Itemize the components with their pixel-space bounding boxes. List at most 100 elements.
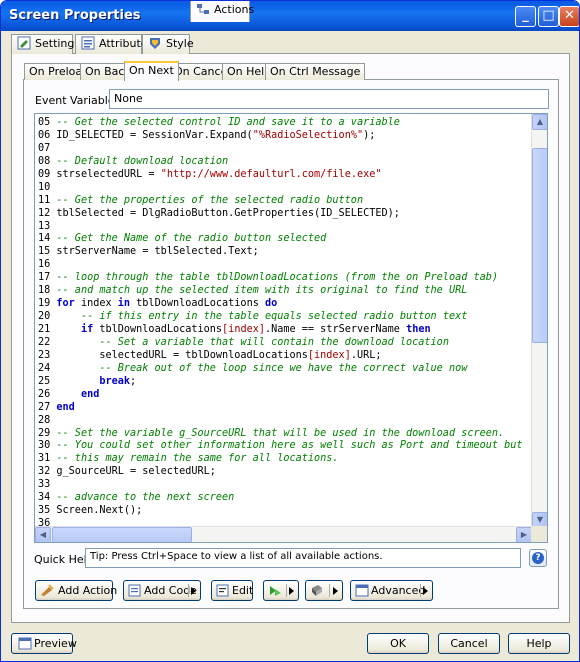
add-code-dropdown-icon[interactable] xyxy=(191,587,196,595)
tab-on-ctrl-message[interactable]: On Ctrl Message xyxy=(265,63,366,80)
code-line[interactable]: 10 xyxy=(38,182,532,195)
minimize-button[interactable]: _ xyxy=(515,6,536,27)
code-token: ; xyxy=(130,375,137,387)
code-lines[interactable]: 05 -- Get the selected control ID and sa… xyxy=(38,117,532,531)
code-line[interactable]: 27 end xyxy=(38,402,532,415)
code-editor[interactable]: 05 -- Get the selected control ID and sa… xyxy=(34,113,548,543)
line-number: 30 xyxy=(38,440,57,452)
code-line[interactable]: 26 end xyxy=(38,389,532,402)
code-line[interactable]: 11 -- Get the properties of the selected… xyxy=(38,195,532,208)
line-number: 32 xyxy=(38,466,57,478)
code-token: g_SourceURL = selectedURL; xyxy=(56,466,216,478)
code-token: strServerName = tblSelected.Text; xyxy=(56,246,259,258)
vertical-scrollbar[interactable]: ▲ ▼ xyxy=(531,114,547,528)
line-number: 28 xyxy=(38,414,57,426)
title-bar[interactable]: Screen Properties _ □ ✕ xyxy=(1,1,579,31)
code-line[interactable]: 31 -- this may remain the same for all l… xyxy=(38,453,532,466)
code-line[interactable]: 34 -- advance to the next screen xyxy=(38,492,532,505)
cancel-button[interactable]: Cancel xyxy=(438,633,500,654)
style-icon xyxy=(150,38,160,49)
code-token: -- if this entry in the table equals sel… xyxy=(80,311,468,323)
code-line[interactable]: 09 strselectedURL = "http://www.defaultu… xyxy=(38,169,532,182)
horizontal-scroll-thumb[interactable] xyxy=(52,527,192,542)
line-number: 17 xyxy=(38,272,57,284)
ok-button[interactable]: OK xyxy=(367,633,429,654)
code-line[interactable]: 16 xyxy=(38,259,532,272)
preview-icon xyxy=(18,637,32,650)
code-token: tblSelected = DlgRadioButton.GetProperti… xyxy=(56,207,400,219)
scroll-right-icon[interactable]: ▶ xyxy=(516,527,532,542)
code-line[interactable]: 28 xyxy=(38,415,532,428)
line-number: 20 xyxy=(38,311,57,323)
code-line[interactable]: 35 Screen.Next(); xyxy=(38,505,532,518)
code-line[interactable]: 22 -- Set a variable that will contain t… xyxy=(38,337,532,350)
tab-attributes[interactable]: Attributes xyxy=(75,34,153,54)
code-line[interactable]: 25 break; xyxy=(38,376,532,389)
scroll-up-icon[interactable]: ▲ xyxy=(532,114,547,130)
edit-button[interactable]: Edit xyxy=(211,580,253,601)
code-line[interactable]: 29 -- Set the variable g_SourceURL that … xyxy=(38,428,532,441)
clipboard-button[interactable] xyxy=(305,580,343,601)
code-line[interactable]: 07 xyxy=(38,143,532,156)
scroll-left-icon[interactable]: ◀ xyxy=(35,527,51,542)
line-number: 06 xyxy=(38,129,57,141)
code-token: strselectedURL = xyxy=(56,168,161,180)
code-line[interactable]: 21 if tblDownloadLocations[index].Name =… xyxy=(38,324,532,337)
code-line[interactable]: 33 xyxy=(38,479,532,492)
code-line[interactable]: 19 for index in tblDownloadLocations do xyxy=(38,298,532,311)
event-variables-field[interactable]: None xyxy=(109,89,549,109)
code-line[interactable]: 05 -- Get the selected control ID and sa… xyxy=(38,117,532,130)
vertical-scroll-thumb[interactable] xyxy=(532,148,547,343)
code-line[interactable]: 15 strServerName = tblSelected.Text; xyxy=(38,246,532,259)
advanced-dropdown-icon[interactable] xyxy=(423,587,428,595)
code-line[interactable]: 14 -- Get the Name of the radio button s… xyxy=(38,233,532,246)
maximize-button[interactable]: □ xyxy=(538,6,559,27)
code-line[interactable]: 23 selectedURL = tblDownloadLocations[in… xyxy=(38,350,532,363)
screen-properties-window: Screen Properties _ □ ✕ Settings Attribu… xyxy=(0,0,580,662)
horizontal-scrollbar[interactable]: ◀ ▶ xyxy=(35,526,532,542)
code-token: -- Set the variable g_SourceURL that wil… xyxy=(56,427,505,439)
code-line[interactable]: 13 xyxy=(38,221,532,234)
code-token: end xyxy=(56,401,75,413)
clipboard-dropdown-icon[interactable] xyxy=(333,587,338,595)
move-dropdown-icon[interactable] xyxy=(289,587,294,595)
close-button[interactable]: ✕ xyxy=(559,6,579,27)
code-line[interactable]: 30 -- You could set other information he… xyxy=(38,440,532,453)
code-token: -- Get the Name of the radio button sele… xyxy=(56,233,327,245)
code-token: for xyxy=(56,298,75,310)
tab-actions[interactable]: Actions xyxy=(190,1,254,22)
add-code-button[interactable]: Add Code xyxy=(123,580,201,601)
code-line[interactable]: 18 -- and match up the selected item wit… xyxy=(38,285,532,298)
code-line[interactable]: 17 -- loop through the table tblDownload… xyxy=(38,272,532,285)
tab-style[interactable]: Style xyxy=(142,34,194,54)
code-line[interactable]: 24 -- Break out of the loop since we hav… xyxy=(38,363,532,376)
code-line[interactable]: 32 g_SourceURL = selectedURL; xyxy=(38,466,532,479)
tab-settings[interactable]: Settings xyxy=(11,34,80,54)
tab-on-next[interactable]: On Next xyxy=(124,61,179,81)
code-token: end xyxy=(80,388,100,400)
settings-icon xyxy=(17,36,31,50)
code-token: tblDownloadLocations xyxy=(130,298,265,310)
add-action-button[interactable]: Add Action xyxy=(35,580,117,601)
code-token: -- Break out of the loop since we have t… xyxy=(99,362,468,374)
line-number: 10 xyxy=(38,181,57,193)
line-number: 16 xyxy=(38,259,57,271)
code-line[interactable]: 20 -- if this entry in the table equals … xyxy=(38,311,532,324)
help-button[interactable]: Help xyxy=(508,633,570,654)
line-number: 07 xyxy=(38,142,57,154)
code-token: "%RadioSelection%" xyxy=(252,129,364,141)
code-line[interactable]: 08 -- Default download location xyxy=(38,156,532,169)
code-line[interactable]: 06 ID_SELECTED = SessionVar.Expand("%Rad… xyxy=(38,130,532,143)
advanced-button[interactable]: Advanced xyxy=(350,580,433,601)
code-token: -- You could set other information here … xyxy=(56,440,523,452)
code-token: [index] xyxy=(222,324,265,335)
preview-button[interactable]: Preview xyxy=(11,633,77,654)
quick-help-button[interactable]: ? xyxy=(529,549,547,567)
line-number: 14 xyxy=(38,233,57,245)
move-button[interactable] xyxy=(263,580,299,601)
code-token: in xyxy=(117,298,131,310)
code-line[interactable]: 12 tblSelected = DlgRadioButton.GetPrope… xyxy=(38,208,532,221)
